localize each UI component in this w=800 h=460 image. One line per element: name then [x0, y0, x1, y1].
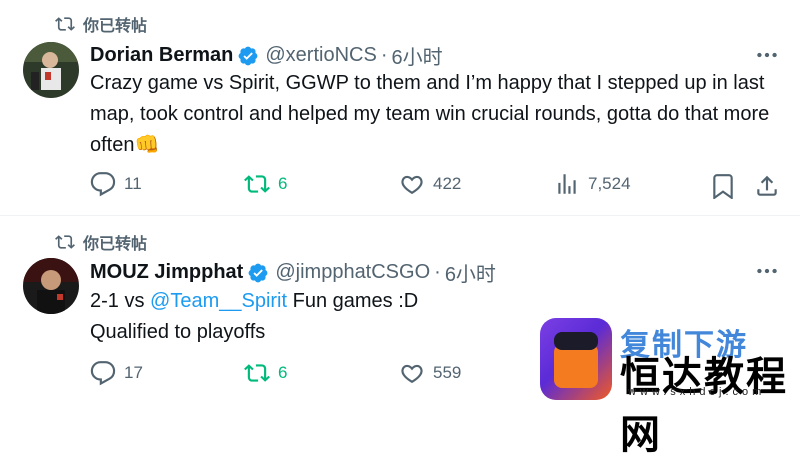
timestamp[interactable]: 6小时 [391, 41, 442, 70]
views-button[interactable]: 7,524 [554, 171, 631, 197]
reply-count: 11 [124, 174, 142, 193]
retweet-indicator: 你已转帖 [55, 12, 147, 36]
view-count: 7,524 [588, 174, 631, 193]
avatar[interactable] [23, 258, 79, 314]
reply-count: 17 [124, 363, 143, 382]
watermark-logo-icon [540, 318, 612, 400]
repost-icon [55, 235, 75, 249]
tweet-header: MOUZ Jimpphat @jimpphatCSGO · 6小时 [90, 258, 496, 287]
avatar-image [23, 258, 79, 314]
tweet-text-suffix: Fun games :D [287, 290, 419, 312]
analytics-icon [558, 174, 576, 194]
repost-count: 6 [278, 363, 288, 382]
bookmark-icon[interactable] [710, 173, 736, 199]
more-options-icon[interactable] [754, 258, 780, 284]
user-handle[interactable]: @xertioNCS [265, 44, 376, 67]
avatar-image [23, 42, 79, 98]
repost-icon [55, 17, 75, 31]
retweet-indicator: 你已转帖 [55, 230, 147, 254]
like-button[interactable]: 559 [399, 360, 461, 386]
like-button[interactable]: 422 [399, 171, 461, 197]
separator-dot: · [434, 261, 441, 283]
action-bar: 11 6 422 7,524 [90, 171, 780, 201]
repost-icon [244, 175, 270, 193]
reply-button[interactable]: 11 [90, 171, 142, 197]
share-icon[interactable] [754, 173, 780, 199]
watermark-url: www.sxhdcj.com [628, 386, 766, 398]
repost-count: 6 [278, 174, 288, 193]
tweet-text: Crazy game vs Spirit, GGWP to them and I… [90, 72, 770, 156]
heart-icon [401, 175, 423, 195]
heart-icon [401, 364, 423, 384]
repost-icon [244, 364, 270, 382]
display-name[interactable]: Dorian Berman [90, 44, 233, 67]
tweet-text-line2: Qualified to playoffs [90, 321, 266, 343]
like-count: 422 [433, 174, 462, 193]
repost-button[interactable]: 6 [244, 360, 287, 386]
watermark-main-text: 恒达教程网 [620, 355, 788, 457]
tweet[interactable]: 你已转帖 Dorian Berman @xertioNCS · 6小时 Craz… [0, 0, 800, 216]
retweet-label: 你已转帖 [83, 236, 148, 253]
verified-badge-icon [248, 263, 268, 282]
reply-button[interactable]: 17 [90, 360, 143, 386]
reply-icon [90, 172, 116, 197]
display-name[interactable]: MOUZ Jimpphat [90, 261, 243, 284]
user-handle[interactable]: @jimpphatCSGO [275, 261, 430, 284]
repost-button[interactable]: 6 [244, 171, 287, 197]
timestamp[interactable]: 6小时 [445, 258, 496, 287]
mention-link[interactable]: @Team__Spirit [150, 290, 287, 312]
retweet-label: 你已转帖 [83, 18, 148, 35]
tweet-text-prefix: 2-1 vs [90, 290, 151, 312]
more-options-icon[interactable] [754, 42, 780, 68]
avatar[interactable] [23, 42, 79, 98]
like-count: 559 [433, 363, 462, 382]
tweet-header: Dorian Berman @xertioNCS · 6小时 [90, 41, 443, 70]
separator-dot: · [380, 44, 388, 66]
watermark: 复制下游 恒达教程网 www.sxhdcj.com [540, 318, 800, 457]
reply-icon [90, 361, 116, 386]
verified-badge-icon [238, 46, 258, 65]
